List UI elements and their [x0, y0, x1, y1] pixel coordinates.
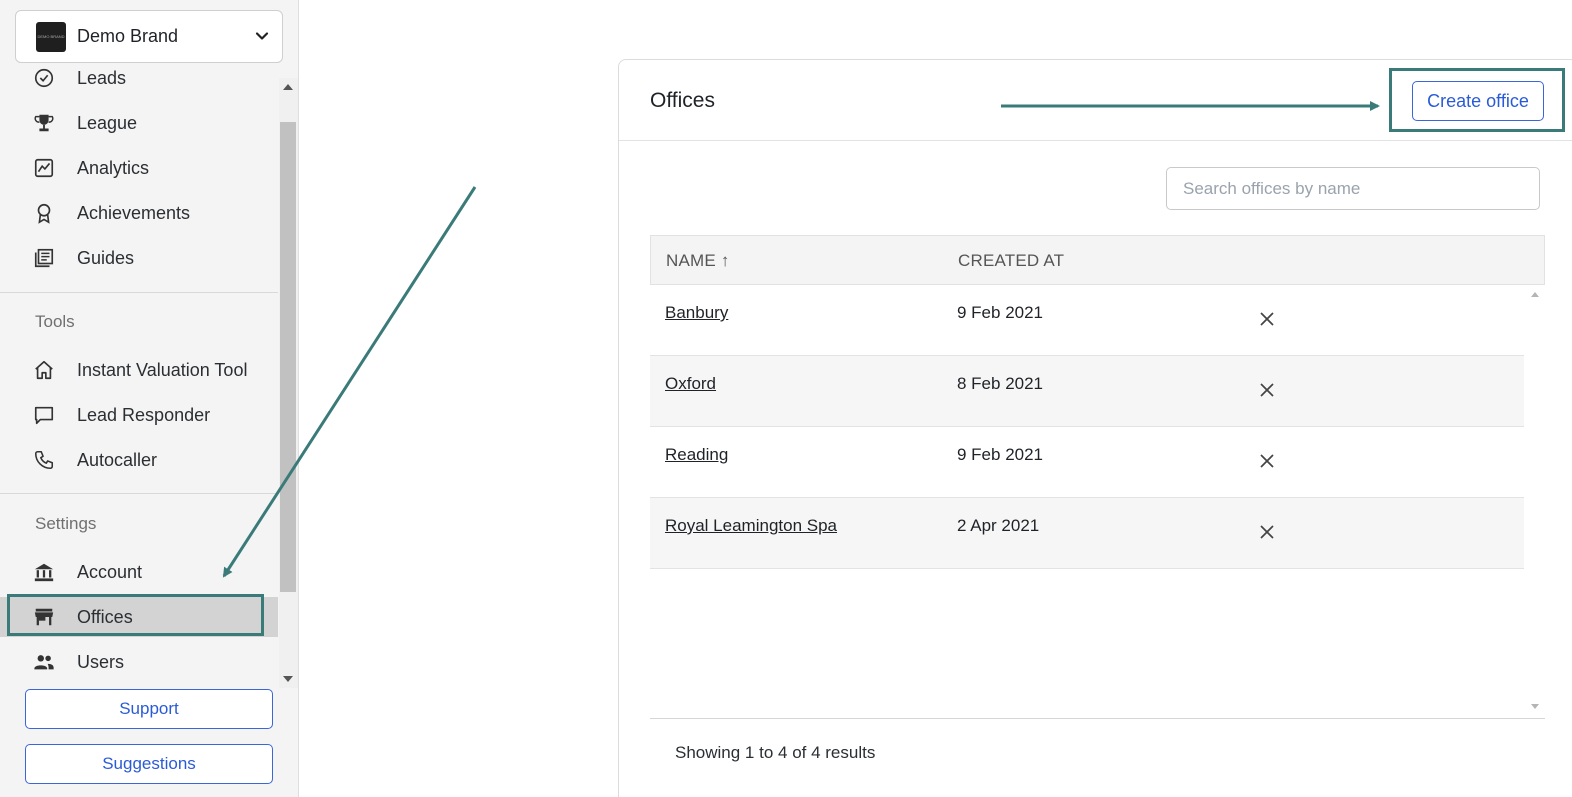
sidebar: DEMO BRAND Demo Brand Leads League Analy…: [0, 0, 299, 797]
table-row: Royal Leamington Spa 2 Apr 2021: [650, 498, 1524, 569]
sidebar-item-guides[interactable]: Guides: [0, 238, 278, 278]
sidebar-item-label: Autocaller: [77, 449, 158, 470]
create-office-button[interactable]: Create office: [1412, 81, 1544, 121]
analytics-icon: [32, 156, 56, 180]
table-row: Banbury 9 Feb 2021: [650, 285, 1524, 356]
sidebar-item-instant-valuation-tool[interactable]: Instant Valuation Tool: [0, 350, 278, 390]
sidebar-item-label: Achievements: [77, 202, 191, 223]
home-icon: [32, 358, 56, 382]
column-header-created-at[interactable]: CREATED AT: [958, 251, 1064, 271]
office-name-link[interactable]: Royal Leamington Spa: [665, 516, 837, 536]
brand-logo: DEMO BRAND: [36, 21, 66, 52]
created-at-cell: 2 Apr 2021: [957, 516, 1040, 535]
sidebar-item-label: Instant Valuation Tool: [77, 359, 248, 380]
leads-icon: [32, 66, 56, 90]
divider: [0, 292, 278, 293]
close-icon[interactable]: [1257, 380, 1277, 400]
card-header: Offices Create office: [619, 60, 1572, 141]
created-at-cell: 9 Feb 2021: [957, 303, 1044, 322]
sidebar-item-label: Lead Responder: [77, 404, 211, 425]
sidebar-item-account[interactable]: Account: [0, 552, 278, 592]
sidebar-item-users[interactable]: Users: [0, 642, 278, 682]
sidebar-item-label: Analytics: [77, 157, 150, 178]
created-at-cell: 9 Feb 2021: [957, 445, 1044, 464]
close-icon[interactable]: [1257, 309, 1277, 329]
phone-icon: [32, 448, 56, 472]
close-icon[interactable]: [1257, 522, 1277, 542]
bank-icon: [32, 560, 56, 584]
table-scroll-up-icon[interactable]: [1531, 292, 1539, 297]
column-header-name[interactable]: NAME ↑: [666, 251, 730, 271]
scroll-up-arrow-icon[interactable]: [283, 84, 293, 90]
sidebar-item-label: Guides: [77, 247, 135, 268]
chevron-down-icon: [255, 32, 269, 40]
offices-card: Offices Create office NAME ↑ CREATED AT …: [618, 59, 1572, 797]
sidebar-item-label: Account: [77, 561, 143, 582]
close-icon[interactable]: [1257, 451, 1277, 471]
section-label-tools: Tools: [35, 312, 75, 331]
pagination-summary: Showing 1 to 4 of 4 results: [675, 743, 876, 762]
chat-icon: [32, 403, 56, 427]
sidebar-item-label: Users: [77, 651, 125, 672]
table-row: Reading 9 Feb 2021: [650, 427, 1524, 498]
scroll-thumb[interactable]: [280, 122, 296, 592]
table-row: Oxford 8 Feb 2021: [650, 356, 1524, 427]
users-icon: [32, 650, 56, 674]
office-name-link[interactable]: Reading: [665, 445, 728, 465]
suggestions-button[interactable]: Suggestions: [25, 744, 273, 784]
award-icon: [32, 201, 56, 225]
sidebar-nav: Leads League Analytics Achievements Guid…: [0, 64, 278, 686]
office-name-link[interactable]: Banbury: [665, 303, 728, 323]
trophy-icon: [32, 111, 56, 135]
created-at-cell: 8 Feb 2021: [957, 374, 1044, 393]
sidebar-item-achievements[interactable]: Achievements: [0, 193, 278, 233]
support-button[interactable]: Support: [25, 689, 273, 729]
brand-name: Demo Brand: [77, 26, 179, 46]
scroll-down-arrow-icon[interactable]: [283, 676, 293, 682]
store-icon: [32, 605, 56, 629]
sidebar-item-label: League: [77, 112, 138, 133]
page-title: Offices: [650, 89, 715, 112]
sidebar-item-league[interactable]: League: [0, 103, 278, 143]
section-label-settings: Settings: [35, 514, 97, 533]
sidebar-scrollbar[interactable]: [279, 78, 298, 688]
sidebar-item-lead-responder[interactable]: Lead Responder: [0, 395, 278, 435]
sidebar-item-label: Offices: [77, 606, 133, 627]
table-scroll-down-icon[interactable]: [1531, 704, 1539, 709]
sidebar-item-leads[interactable]: Leads: [0, 64, 278, 98]
guides-icon: [32, 246, 56, 270]
sidebar-item-label: Leads: [77, 67, 127, 88]
sidebar-item-autocaller[interactable]: Autocaller: [0, 440, 278, 480]
sidebar-item-analytics[interactable]: Analytics: [0, 148, 278, 188]
divider: [0, 493, 278, 494]
office-name-link[interactable]: Oxford: [665, 374, 716, 394]
table-header: NAME ↑ CREATED AT: [650, 235, 1545, 285]
offices-table: NAME ↑ CREATED AT Banbury 9 Feb 2021 Oxf…: [650, 235, 1545, 719]
brand-selector[interactable]: DEMO BRAND Demo Brand: [15, 10, 283, 63]
sidebar-item-offices[interactable]: Offices: [0, 597, 278, 637]
search-input[interactable]: [1166, 167, 1540, 210]
